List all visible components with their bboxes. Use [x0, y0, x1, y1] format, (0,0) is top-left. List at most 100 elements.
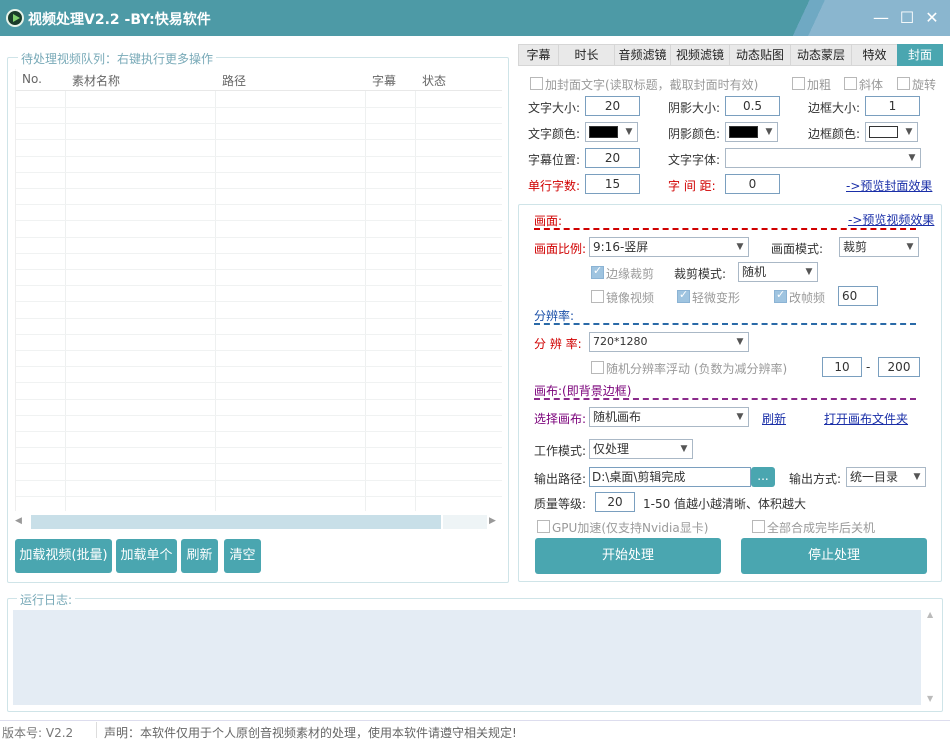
table-row-line — [16, 220, 502, 222]
rotate-checkbox[interactable] — [897, 77, 910, 90]
crop-mode-select[interactable]: 随机 ▼ — [738, 262, 818, 282]
aspect-ratio-select[interactable]: 9:16-竖屏 ▼ — [589, 237, 749, 257]
scroll-up-icon[interactable]: ▲ — [927, 610, 933, 619]
preview-cover-link[interactable]: ->预览封面效果 — [846, 177, 932, 194]
table-row-line — [16, 171, 502, 173]
log-textarea[interactable] — [13, 610, 921, 705]
log-group-label: 运行日志: — [17, 591, 76, 608]
shadow-size-input[interactable]: 0.5 — [725, 96, 780, 116]
disclaimer-text: 声明：本软件仅用于个人原创音视频素材的处理，使用本软件请遵守相关规定! — [104, 726, 517, 740]
add-cover-text-checkbox[interactable] — [530, 77, 543, 90]
shadow-color-picker[interactable]: ▼ — [725, 122, 778, 142]
random-resolution-checkbox[interactable] — [591, 361, 604, 374]
table-row-line — [16, 155, 502, 157]
open-canvas-folder-link[interactable]: 打开画布文件夹 — [824, 410, 908, 427]
shadow-color-label: 阴影颜色: — [668, 127, 721, 141]
queue-table[interactable]: No. 素材名称 路径 字幕 状态 — [15, 69, 502, 511]
text-color-picker[interactable]: ▼ — [585, 122, 638, 142]
picture-mode-select[interactable]: 裁剪 ▼ — [839, 237, 919, 257]
italic-label: 斜体 — [859, 78, 884, 92]
table-row-line — [16, 123, 502, 125]
subtitle-position-input[interactable]: 20 — [585, 148, 640, 168]
column-header-subtitle[interactable]: 字幕 — [372, 72, 396, 89]
tab-audio-filter[interactable]: 音频滤镜 — [614, 44, 671, 66]
border-size-input[interactable]: 1 — [865, 96, 920, 116]
scrollbar-thumb[interactable] — [31, 515, 441, 529]
work-mode-select[interactable]: 仅处理 ▼ — [589, 439, 693, 459]
chevron-down-icon: ▼ — [680, 444, 688, 454]
shutdown-after-checkbox[interactable] — [752, 520, 765, 533]
table-row-line — [16, 431, 502, 432]
resolution-float-min-input[interactable]: 10 — [822, 357, 862, 377]
column-header-status[interactable]: 状态 — [422, 72, 446, 89]
shadow-size-label: 阴影大小: — [668, 101, 721, 115]
change-fps-checkbox[interactable] — [774, 288, 787, 303]
table-row-line — [16, 204, 502, 206]
bold-checkbox[interactable] — [792, 77, 805, 90]
canvas-select[interactable]: 随机画布 ▼ — [589, 407, 749, 427]
refresh-button[interactable]: 刷新 — [181, 539, 218, 573]
column-header-path[interactable]: 路径 — [222, 72, 246, 89]
border-color-swatch — [869, 126, 898, 138]
table-row-line — [16, 236, 502, 238]
tab-dynamic-sticker[interactable]: 动态贴图 — [729, 44, 791, 66]
canvas-refresh-link[interactable]: 刷新 — [762, 410, 786, 427]
gpu-accel-checkbox[interactable] — [537, 520, 550, 533]
tab-cover[interactable]: 封面 — [897, 44, 943, 66]
tab-effects[interactable]: 特效 — [851, 44, 898, 66]
table-row-line — [16, 188, 502, 189]
font-size-label: 文字大小: — [528, 101, 581, 115]
table-row-line — [16, 447, 502, 449]
scroll-right-icon[interactable]: ▶ — [489, 516, 496, 526]
edge-crop-checkbox[interactable] — [591, 264, 604, 279]
load-single-button[interactable]: 加载单个 — [116, 539, 177, 573]
maximize-button[interactable]: ☐ — [897, 8, 917, 28]
chevron-down-icon: ▼ — [736, 242, 744, 252]
mirror-video-checkbox[interactable] — [591, 290, 604, 303]
queue-group-label: 待处理视频队列：右键执行更多操作 — [18, 50, 217, 67]
column-header-no[interactable]: No. — [22, 72, 42, 86]
log-vertical-scrollbar[interactable]: ▲ ▼ — [925, 610, 937, 705]
table-row-line — [16, 463, 502, 465]
border-size-label: 边框大小: — [808, 101, 861, 115]
chars-per-line-input[interactable]: 15 — [585, 174, 640, 194]
fps-input[interactable]: 60 — [838, 286, 878, 306]
chevron-down-icon: ▼ — [765, 127, 773, 137]
rotate-label: 旋转 — [912, 78, 937, 92]
edge-crop-label: 边缘裁剪 — [606, 267, 655, 281]
queue-horizontal-scrollbar[interactable]: ◀ ▶ — [15, 513, 501, 531]
text-color-swatch — [589, 126, 618, 138]
output-method-select[interactable]: 统一目录 ▼ — [846, 467, 926, 487]
column-header-name[interactable]: 素材名称 — [72, 72, 120, 89]
tab-video-filter[interactable]: 视频滤镜 — [670, 44, 730, 66]
resolution-float-max-input[interactable]: 200 — [878, 357, 920, 377]
border-color-picker[interactable]: ▼ — [865, 122, 918, 142]
tab-duration[interactable]: 时长 — [558, 44, 615, 66]
start-processing-button[interactable]: 开始处理 — [535, 538, 721, 574]
table-row-line — [16, 414, 502, 416]
quality-input[interactable]: 20 — [595, 492, 635, 512]
app-logo-icon — [6, 9, 24, 27]
output-path-input[interactable]: D:\桌面\剪辑完成 — [589, 467, 751, 487]
char-spacing-input[interactable]: 0 — [725, 174, 780, 194]
font-family-select[interactable]: ▼ — [725, 148, 921, 168]
stop-processing-button[interactable]: 停止处理 — [741, 538, 927, 574]
font-size-input[interactable]: 20 — [585, 96, 640, 116]
scroll-down-icon[interactable]: ▼ — [927, 694, 933, 703]
minimize-button[interactable]: — — [871, 8, 891, 28]
load-batch-button[interactable]: 加载视频(批量) — [15, 539, 112, 573]
italic-checkbox[interactable] — [844, 77, 857, 90]
browse-path-button[interactable]: ... — [751, 467, 775, 487]
slight-deform-checkbox[interactable] — [677, 288, 690, 303]
tab-dynamic-mask[interactable]: 动态蒙层 — [790, 44, 852, 66]
chars-per-line-label: 单行字数: — [528, 179, 581, 193]
resolution-select[interactable]: 720*1280 ▼ — [589, 332, 749, 352]
output-method-label: 输出方式: — [789, 472, 842, 486]
scroll-left-icon[interactable]: ◀ — [15, 516, 22, 526]
tab-subtitle[interactable]: 字幕 — [518, 44, 559, 66]
preview-video-link[interactable]: ->预览视频效果 — [848, 211, 934, 228]
clear-button[interactable]: 清空 — [224, 539, 261, 573]
char-spacing-label: 字 间 距: — [668, 179, 716, 193]
resolution-section-label: 分辨率: — [534, 309, 575, 323]
close-button[interactable]: ✕ — [922, 8, 942, 28]
